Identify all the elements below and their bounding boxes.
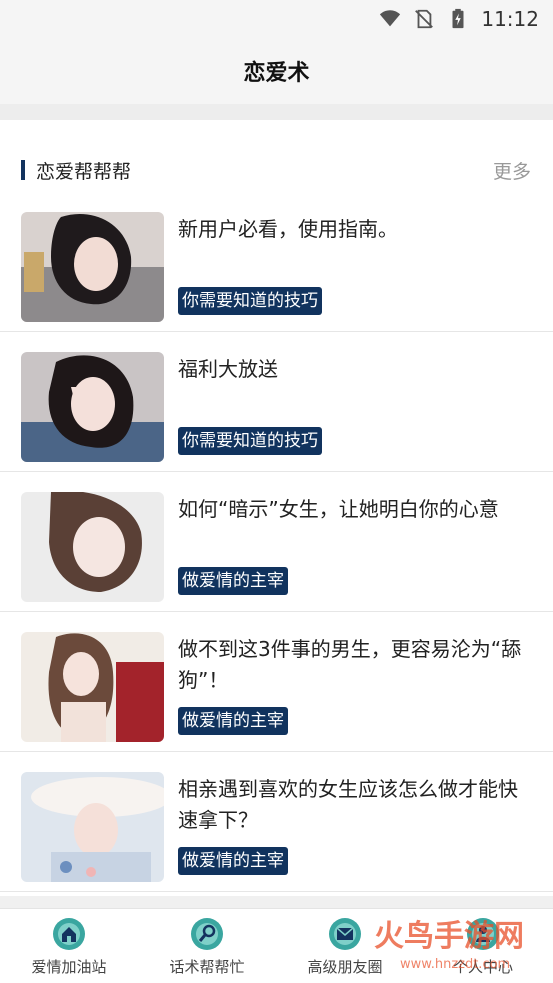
article-title: 相亲遇到喜欢的女生应该怎么做才能快速拿下？ <box>178 777 518 832</box>
section-header: 恋爱帮帮帮 更多 <box>0 150 553 190</box>
article-item[interactable]: 如何“暗示”女生，让她明白你的心意 做爱情的主宰 <box>0 472 553 612</box>
section-accent-bar <box>21 160 25 180</box>
article-thumbnail <box>21 772 164 882</box>
article-item[interactable]: 相亲遇到喜欢的女生应该怎么做才能快速拿下？ 做爱情的主宰 <box>0 752 553 892</box>
article-tag: 做爱情的主宰 <box>178 567 288 595</box>
article-tag: 做爱情的主宰 <box>178 707 288 735</box>
article-title: 新用户必看，使用指南。 <box>178 217 398 241</box>
more-link[interactable]: 更多 <box>493 157 531 184</box>
home-icon <box>53 918 85 950</box>
watermark-url: www.hnzzdt.com <box>400 957 510 972</box>
wifi-icon <box>380 10 401 27</box>
watermark-text: 火鸟手游网 <box>374 919 524 954</box>
tab-label: 爱情加油站 <box>31 958 107 976</box>
watermark-logo: 火鸟手游网 www.hnzzdt.com <box>374 919 524 972</box>
tab-label: 话术帮帮忙 <box>169 958 245 976</box>
mail-icon <box>329 918 361 950</box>
article-title: 做不到这3件事的男生，更容易沦为“舔狗”！ <box>178 637 522 692</box>
article-title: 福利大放送 <box>178 357 278 381</box>
article-thumbnail <box>21 212 164 322</box>
article-tag: 你需要知道的技巧 <box>178 287 322 315</box>
article-item[interactable]: 新用户必看，使用指南。 你需要知道的技巧 <box>0 192 553 332</box>
no-sim-icon <box>415 9 434 29</box>
divider <box>0 896 553 908</box>
article-tag: 做爱情的主宰 <box>178 847 288 875</box>
article-thumbnail <box>21 492 164 602</box>
search-icon <box>191 918 223 950</box>
article-list-panel: 恋爱帮帮帮 更多 新用户必看，使用指南。 你需要知道的技巧 福利大放送 你需要知… <box>0 120 553 896</box>
article-title: 如何“暗示”女生，让她明白你的心意 <box>178 497 499 521</box>
battery-charging-icon <box>452 8 464 29</box>
page-title: 恋爱术 <box>243 61 310 86</box>
article-thumbnail <box>21 352 164 462</box>
tab-chat-help[interactable]: 话术帮帮忙 <box>138 909 276 983</box>
article-item[interactable]: 福利大放送 你需要知道的技巧 <box>0 332 553 472</box>
tab-love-station[interactable]: 爱情加油站 <box>0 909 138 983</box>
divider <box>0 104 553 120</box>
section-title: 恋爱帮帮帮 <box>36 161 132 183</box>
article-tag: 你需要知道的技巧 <box>178 427 322 455</box>
article-thumbnail <box>21 632 164 742</box>
article-item[interactable]: 做不到这3件事的男生，更容易沦为“舔狗”！ 做爱情的主宰 <box>0 612 553 752</box>
app-header: 恋爱术 <box>0 38 553 104</box>
clock: 11:12 <box>481 7 539 31</box>
status-bar: 11:12 <box>0 0 553 38</box>
